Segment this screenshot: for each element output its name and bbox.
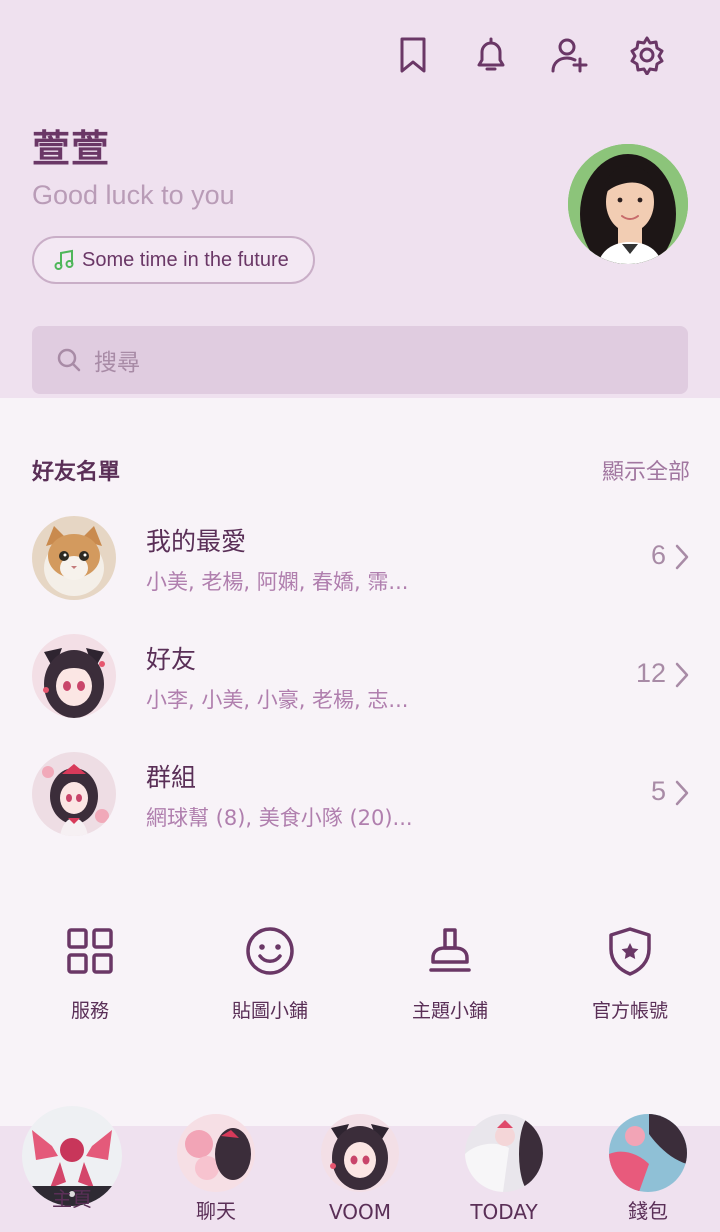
chevron-right-icon [675,544,689,570]
chevron-right-icon [675,780,689,806]
grid-icon [67,928,113,974]
wallet-tab-icon [609,1114,687,1192]
show-all-link[interactable]: 顯示全部 [602,454,690,486]
gear-icon [630,36,664,75]
list-item-favorites[interactable]: 我的最愛 小美, 老楊, 阿嫻, 春嬌, 霈... 6 [0,516,720,616]
profile-name[interactable]: 萱萱 [32,118,110,173]
add-user-icon [551,38,588,73]
profile-music-label: Some time in the future [82,248,289,271]
sticker-shop-button[interactable]: 貼圖小鋪 [180,924,360,1034]
service-label: 官方帳號 [591,1000,668,1022]
list-item-title: 好友 [146,645,197,674]
search-input[interactable]: 搜尋 [32,326,688,394]
theme-shop-button[interactable]: 主題小鋪 [360,924,540,1034]
tab-home[interactable]: 主頁 [22,1106,122,1211]
list-item-title: 群組 [146,763,197,792]
friends-section-title: 好友名單 [32,460,121,485]
music-note-icon [54,249,74,270]
bottom-tab-bar: 主頁 聊天 VOOM TODAY 錢包 [0,1106,720,1232]
tab-label: 錢包 [628,1199,668,1223]
settings-button[interactable] [608,30,686,80]
voom-tab-icon [321,1114,399,1192]
brush-icon [429,928,471,972]
chevron-right-icon [675,662,689,688]
tab-wallet[interactable]: 錢包 [598,1114,698,1223]
search-placeholder: 搜尋 [94,350,140,376]
tab-chat[interactable]: 聊天 [166,1114,266,1223]
tab-voom[interactable]: VOOM [310,1114,410,1224]
profile-photo [568,144,688,264]
list-item-members: 小美, 老楊, 阿嫻, 春嬌, 霈... [146,570,409,594]
profile-avatar[interactable] [568,144,688,264]
services-bar: 服務 貼圖小鋪 主題小鋪 官方帳號 [0,924,720,1034]
profile-header: 萱萱 Good luck to you Some time in the fut… [0,0,720,398]
bell-icon [477,37,505,71]
services-button[interactable]: 服務 [0,924,180,1034]
service-label: 服務 [70,1000,109,1022]
tab-label: 聊天 [196,1199,236,1223]
list-item-count: 12 [635,658,666,688]
service-label: 貼圖小鋪 [231,1000,308,1022]
anime-girl-group-avatar [32,752,116,836]
profile-music-button[interactable]: Some time in the future [32,236,315,284]
list-item-groups[interactable]: 群組 網球幫 (8), 美食小隊 (20)... 5 [0,752,720,852]
bookmark-button[interactable] [374,30,452,80]
search-icon [57,348,81,372]
smiley-icon [246,927,294,975]
add-friend-button[interactable] [530,30,608,80]
list-item-members: 小李, 小美, 小豪, 老楊, 志... [146,688,409,712]
service-label: 主題小鋪 [411,1000,488,1022]
cat-avatar [32,516,116,600]
official-accounts-button[interactable]: 官方帳號 [540,924,720,1034]
list-item-members: 網球幫 (8), 美食小隊 (20)... [146,806,413,830]
anime-girl-avatar [32,634,116,718]
list-item-title: 我的最愛 [146,527,247,556]
bookmark-icon [400,37,426,73]
tab-label: 主頁 [52,1187,92,1211]
chat-tab-icon [177,1114,255,1192]
shield-star-icon [609,927,651,976]
tab-label: VOOM [328,1200,392,1224]
list-item-friends[interactable]: 好友 小李, 小美, 小豪, 老楊, 志... 12 [0,634,720,734]
list-item-count: 5 [650,776,666,806]
profile-status-message[interactable]: Good luck to you [32,180,235,211]
list-item-count: 6 [650,540,666,570]
tab-label: TODAY [470,1200,538,1224]
notifications-button[interactable] [452,30,530,80]
top-toolbar [374,30,686,80]
today-tab-icon [465,1114,543,1192]
tab-today[interactable]: TODAY [454,1114,554,1224]
